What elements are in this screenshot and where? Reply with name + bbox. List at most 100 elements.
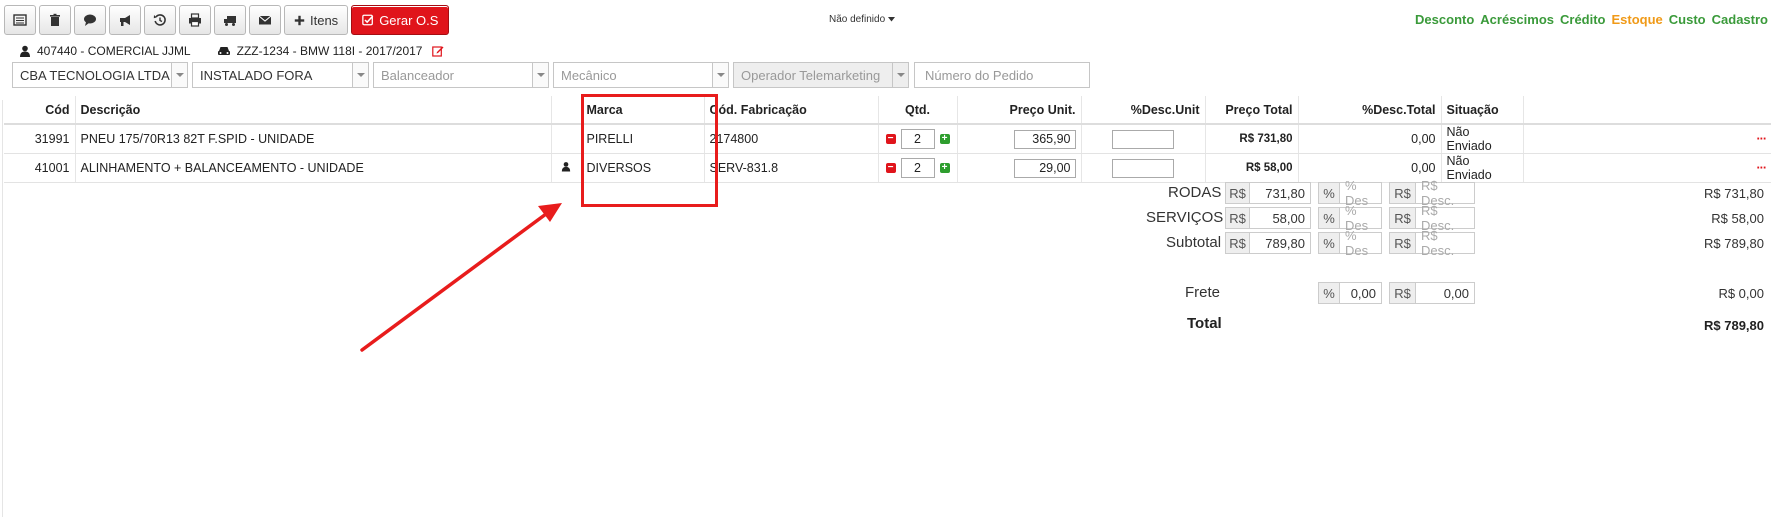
link-custo[interactable]: Custo bbox=[1669, 12, 1706, 27]
plus-icon[interactable]: + bbox=[939, 163, 950, 173]
vehicle-label: ZZZ-1234 - BMW 118I - 2017/2017 bbox=[236, 44, 423, 58]
plus-icon[interactable]: + bbox=[939, 134, 950, 144]
chevron-down-icon bbox=[171, 63, 187, 87]
rodas-label: RODAS bbox=[1168, 184, 1222, 201]
rodas-currency-addon: R$ bbox=[1225, 182, 1250, 204]
chevron-down-icon bbox=[712, 63, 728, 87]
mechanic-placeholder: Mecânico bbox=[561, 67, 617, 83]
desc-unit-input[interactable] bbox=[1112, 158, 1174, 178]
row-total: R$ 731,80 bbox=[1204, 124, 1298, 154]
col-code[interactable]: Cód bbox=[4, 96, 75, 125]
history-icon bbox=[153, 14, 166, 26]
row-actions[interactable]: ··· bbox=[1522, 124, 1771, 154]
rodas-value-input[interactable]: 731,80 bbox=[1249, 182, 1311, 204]
rodas-total: R$ 731,80 bbox=[1704, 186, 1764, 201]
add-items-button[interactable]: Itens bbox=[284, 5, 349, 35]
link-desconto[interactable]: Desconto bbox=[1415, 12, 1474, 27]
row-unit-price-cell: 365,90 bbox=[956, 124, 1081, 154]
link-cadastro[interactable]: Cadastro bbox=[1712, 12, 1768, 27]
telemarketing-placeholder: Operador Telemarketing bbox=[741, 67, 881, 83]
status-dropdown[interactable]: Não definido bbox=[829, 14, 896, 25]
company-value: CBA TECNOLOGIA LTDA bbox=[20, 67, 170, 83]
more-icon[interactable]: ··· bbox=[1757, 132, 1767, 146]
row-qty-cell: − 2 + bbox=[877, 124, 957, 154]
history-button[interactable] bbox=[144, 5, 176, 35]
col-unit-price[interactable]: Preço Unit. bbox=[956, 96, 1081, 125]
delivery-button[interactable] bbox=[214, 5, 246, 35]
col-extra bbox=[550, 96, 581, 125]
car-icon bbox=[217, 47, 230, 55]
row-mfr-code: SERV-831.8 bbox=[703, 153, 878, 183]
col-status[interactable]: Situação bbox=[1440, 96, 1523, 125]
comment-icon bbox=[84, 14, 96, 26]
order-number-placeholder: Número do Pedido bbox=[925, 67, 1034, 83]
edit-icon[interactable] bbox=[432, 45, 444, 57]
row-extra bbox=[550, 153, 581, 183]
link-estoque[interactable]: Estoque bbox=[1612, 12, 1663, 27]
frete-pct-input[interactable]: 0,00 bbox=[1339, 282, 1382, 304]
row-extra bbox=[550, 124, 581, 154]
install-select[interactable]: INSTALADO FORA bbox=[192, 62, 369, 88]
truck-icon bbox=[224, 16, 236, 26]
install-value: INSTALADO FORA bbox=[200, 67, 313, 83]
list-button[interactable] bbox=[4, 5, 36, 35]
balancer-select[interactable]: Balanceador bbox=[373, 62, 549, 88]
col-mfr-code[interactable]: Cód. Fabricação bbox=[703, 96, 878, 125]
table-row[interactable]: 41001 ALINHAMENTO + BALANCEAMENTO - UNID… bbox=[4, 153, 1771, 183]
rodas-percent-addon: % bbox=[1318, 182, 1340, 204]
link-acrescimos[interactable]: Acréscimos bbox=[1480, 12, 1554, 27]
qty-input[interactable]: 2 bbox=[900, 158, 935, 178]
row-mfr-code: 2174800 bbox=[703, 124, 878, 154]
rodas-rs-input[interactable]: R$ Desc. bbox=[1415, 178, 1475, 208]
minus-icon[interactable]: − bbox=[885, 163, 896, 173]
comment-button[interactable] bbox=[74, 5, 106, 35]
col-desc-total[interactable]: %Desc.Total bbox=[1297, 96, 1441, 125]
table-row[interactable]: 31991 PNEU 175/70R13 82T F.SPID - UNIDAD… bbox=[4, 124, 1771, 154]
subtotal-label: Subtotal bbox=[1166, 234, 1222, 251]
rodas-pct-input[interactable]: % Des bbox=[1339, 178, 1382, 208]
col-qty[interactable]: Qtd. bbox=[877, 96, 957, 125]
announce-button[interactable] bbox=[109, 5, 141, 35]
company-select[interactable]: CBA TECNOLOGIA LTDA bbox=[12, 62, 188, 88]
frete-label: Frete bbox=[1185, 284, 1221, 301]
email-button[interactable] bbox=[249, 5, 281, 35]
subtotal-pct-input[interactable]: % Des bbox=[1339, 228, 1382, 258]
order-info: 407440 - COMERCIAL JJML ZZZ-1234 - BMW 1… bbox=[19, 44, 444, 58]
frete-rs-input[interactable]: 0,00 bbox=[1415, 282, 1475, 304]
left-border bbox=[2, 100, 3, 517]
status-label: Não definido bbox=[829, 14, 886, 25]
frete-percent-addon: % bbox=[1318, 282, 1340, 304]
servicos-rs-input[interactable]: R$ Desc. bbox=[1415, 203, 1475, 233]
subtotal-value-input[interactable]: 789,80 bbox=[1249, 232, 1311, 254]
col-description[interactable]: Descrição bbox=[74, 96, 551, 125]
minus-icon[interactable]: − bbox=[885, 134, 896, 144]
mechanic-select[interactable]: Mecânico bbox=[553, 62, 729, 88]
telemarketing-select: Operador Telemarketing bbox=[733, 62, 909, 88]
generate-os-button[interactable]: Gerar O.S bbox=[351, 5, 450, 35]
desc-unit-input[interactable] bbox=[1112, 129, 1174, 149]
generate-os-label: Gerar O.S bbox=[379, 12, 439, 28]
rodas-rs-addon: R$ bbox=[1389, 182, 1416, 204]
col-total[interactable]: Preço Total bbox=[1204, 96, 1298, 125]
user-icon bbox=[561, 162, 571, 172]
servicos-label: SERVIÇOS bbox=[1146, 209, 1224, 226]
check-square-icon bbox=[362, 14, 374, 26]
delete-button[interactable] bbox=[39, 5, 71, 35]
qty-input[interactable]: 2 bbox=[900, 129, 935, 149]
frete-rs-addon: R$ bbox=[1389, 282, 1416, 304]
link-credito[interactable]: Crédito bbox=[1560, 12, 1606, 27]
servicos-currency-addon: R$ bbox=[1225, 207, 1250, 229]
servicos-pct-input[interactable]: % Des bbox=[1339, 203, 1382, 233]
servicos-value-input[interactable]: 58,00 bbox=[1249, 207, 1311, 229]
unit-price-input[interactable]: 29,00 bbox=[1013, 158, 1076, 178]
order-number-input[interactable]: Número do Pedido bbox=[914, 62, 1090, 88]
print-icon bbox=[189, 13, 201, 27]
grand-total-value: R$ 789,80 bbox=[1704, 318, 1764, 333]
more-icon[interactable]: ··· bbox=[1757, 161, 1767, 175]
subtotal-rs-input[interactable]: R$ Desc. bbox=[1415, 228, 1475, 258]
unit-price-input[interactable]: 365,90 bbox=[1013, 129, 1076, 149]
add-items-label: Itens bbox=[310, 12, 339, 28]
col-desc-unit[interactable]: %Desc.Unit bbox=[1080, 96, 1205, 125]
print-button[interactable] bbox=[179, 5, 211, 35]
row-actions[interactable]: ··· bbox=[1522, 153, 1771, 183]
